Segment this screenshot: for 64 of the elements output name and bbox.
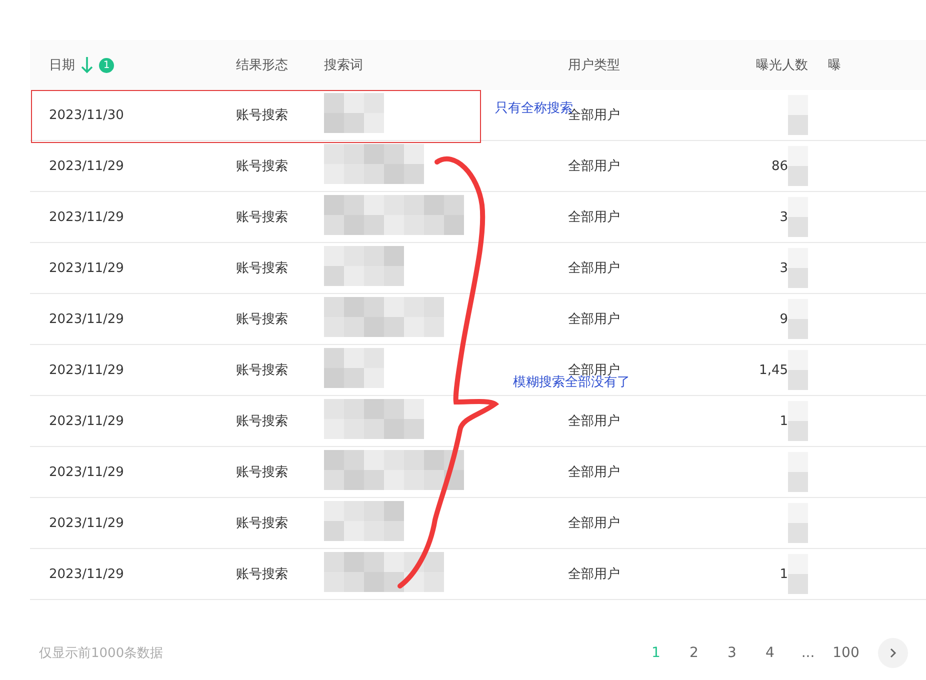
sort-order-badge: 1 [99, 58, 114, 72]
user-type-cell-text: 全部用户 [568, 209, 620, 226]
page-button[interactable]: 3 [718, 639, 746, 667]
pixelated-redaction [788, 503, 808, 543]
pixelated-redaction [324, 93, 384, 133]
pixelated-redaction [788, 299, 808, 339]
column-header: 结果形态 [236, 57, 288, 74]
pixelated-redaction [324, 348, 384, 388]
pixelated-redaction [788, 452, 808, 492]
chevron-right-icon [889, 647, 897, 659]
date-cell: 2023/11/30 [49, 108, 124, 122]
exposure-count-cell: 1 [780, 414, 788, 428]
next-page-button[interactable] [878, 638, 908, 668]
footer-note: 仅显示前1000条数据 [39, 645, 164, 662]
result-form-cell-text: 账号搜索 [236, 413, 288, 430]
pixelated-redaction [788, 554, 808, 594]
pixelated-redaction [788, 350, 808, 390]
column-header: 用户类型 [568, 57, 620, 74]
date-cell: 2023/11/29 [49, 158, 124, 174]
column-header: 曝 [828, 57, 841, 74]
user-type-cell-text: 全部用户 [568, 413, 620, 430]
user-type-cell-text: 全部用户 [568, 158, 620, 175]
column-header: 日期 [49, 57, 75, 74]
result-form-cell-text: 账号搜索 [236, 209, 288, 226]
date-cell: 2023/11/29 [49, 464, 124, 480]
page-button[interactable]: 2 [680, 639, 708, 667]
date-cell: 2023/11/29 [49, 260, 124, 276]
page-button[interactable]: 100 [832, 639, 860, 667]
column-header: 搜索词 [324, 57, 363, 74]
result-form-cell-text: 账号搜索 [236, 107, 288, 124]
result-form-cell-text: 账号搜索 [236, 260, 288, 277]
date-cell: 2023/11/29 [49, 362, 124, 378]
user-type-cell-text: 全部用户 [568, 260, 620, 277]
result-form-cell-text: 账号搜索 [236, 515, 288, 532]
result-form-cell-text: 账号搜索 [236, 362, 288, 379]
user-type-cell-text: 全部用户 [568, 311, 620, 328]
exposure-count-cell: 9 [780, 312, 788, 326]
exposure-count-cell: 1,45 [759, 362, 788, 378]
pixelated-redaction [788, 197, 808, 237]
page-button[interactable]: ... [794, 639, 822, 667]
user-type-cell-text: 全部用户 [568, 566, 620, 583]
pixelated-redaction [788, 95, 808, 135]
sort-down-icon[interactable] [81, 56, 93, 74]
result-form-cell-text: 账号搜索 [236, 158, 288, 175]
date-cell: 2023/11/29 [49, 210, 124, 224]
user-type-cell-text: 全部用户 [568, 464, 620, 481]
result-form-cell-text: 账号搜索 [236, 311, 288, 328]
result-form-cell-text: 账号搜索 [236, 464, 288, 481]
pixelated-redaction [788, 401, 808, 441]
column-header: 曝光人数 [756, 57, 808, 74]
pixelated-redaction [788, 146, 808, 186]
result-form-cell-text: 账号搜索 [236, 566, 288, 583]
date-cell: 2023/11/29 [49, 414, 124, 428]
exposure-count-cell: 3 [780, 210, 788, 224]
page-button[interactable]: 4 [756, 639, 784, 667]
user-type-cell-text: 全部用户 [568, 515, 620, 532]
date-cell: 2023/11/29 [49, 566, 124, 582]
exposure-count-cell: 3 [780, 260, 788, 276]
exposure-count-cell: 86 [771, 158, 788, 174]
date-cell: 2023/11/29 [49, 516, 124, 530]
date-cell: 2023/11/29 [49, 312, 124, 326]
exposure-count-cell: 1 [780, 566, 788, 582]
annotation-text: 模糊搜索全部没有了 [513, 375, 630, 391]
pixelated-redaction [788, 248, 808, 288]
